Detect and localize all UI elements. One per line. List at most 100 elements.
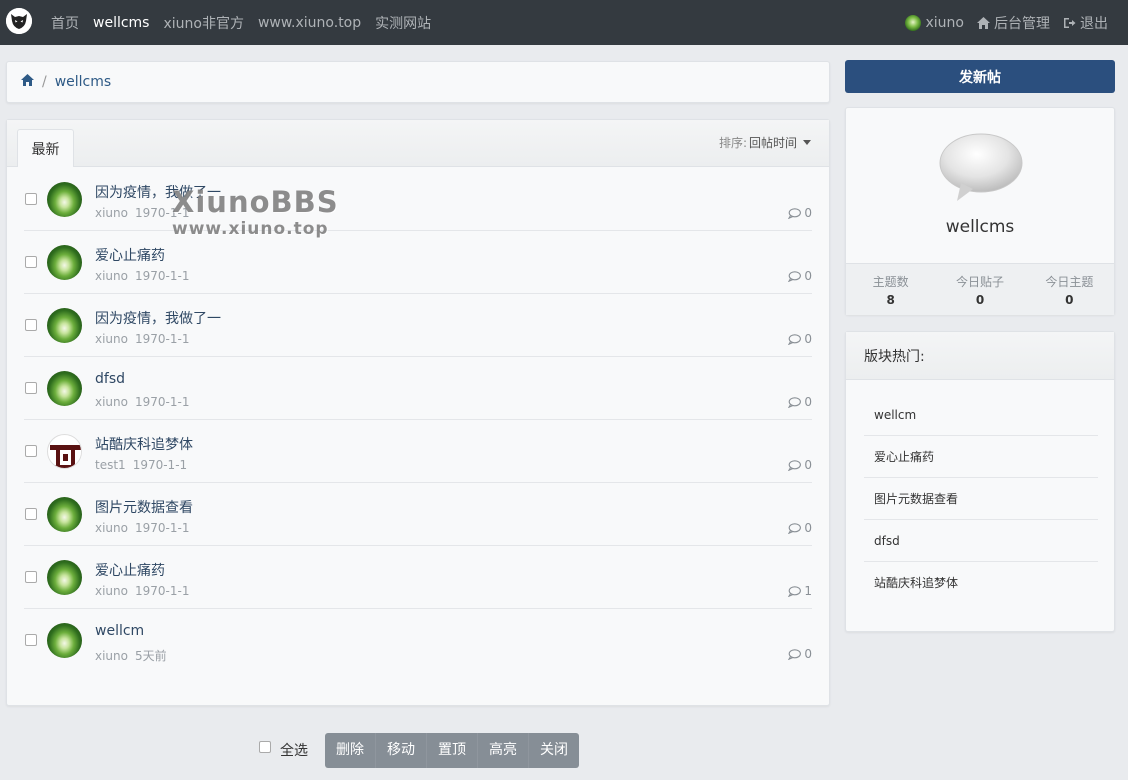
highlight-button[interactable]: 高亮 <box>478 733 529 768</box>
thread-title[interactable]: 爱心止痛药 <box>95 560 165 580</box>
reply-count: 0 <box>788 458 812 472</box>
thread-author[interactable]: xiuno <box>95 584 128 598</box>
thread-author[interactable]: xiuno <box>95 269 128 283</box>
stat-value: 0 <box>1065 293 1074 307</box>
thread-checkbox[interactable] <box>25 256 37 268</box>
new-thread-button[interactable]: 发新帖 <box>845 60 1115 93</box>
site-logo-icon[interactable] <box>6 8 32 34</box>
avatar[interactable] <box>47 182 82 217</box>
nav-wellcms[interactable]: wellcms <box>93 15 149 31</box>
nav-xiuno-unofficial[interactable]: xiuno非官方 <box>163 13 244 33</box>
comment-icon <box>788 270 804 282</box>
hot-thread-item[interactable]: wellcm <box>864 394 1098 436</box>
avatar[interactable] <box>47 623 82 658</box>
hot-thread-item[interactable]: 爱心止痛药 <box>864 436 1098 478</box>
reply-count: 1 <box>788 584 812 598</box>
avatar[interactable] <box>47 245 82 280</box>
thread-row: 爱心止痛药 xiuno 1970-1-1 1 <box>24 546 812 609</box>
avatar[interactable] <box>47 497 82 532</box>
avatar[interactable] <box>47 371 82 406</box>
comment-icon <box>788 648 804 660</box>
nav-home[interactable]: 首页 <box>51 13 79 33</box>
caret-down-icon <box>803 140 811 145</box>
thread-checkbox[interactable] <box>25 319 37 331</box>
thread-title[interactable]: 因为疫情，我做了一 <box>95 182 221 202</box>
reply-count-value: 0 <box>804 269 812 283</box>
select-all-checkbox[interactable] <box>259 741 271 753</box>
reply-count-value: 0 <box>804 332 812 346</box>
thread-checkbox[interactable] <box>25 508 37 520</box>
username: xiuno <box>925 14 965 31</box>
thread-author[interactable]: xiuno <box>95 332 128 346</box>
thread-title[interactable]: dfsd <box>95 371 125 387</box>
thread-title[interactable]: 因为疫情，我做了一 <box>95 308 221 328</box>
avatar[interactable] <box>47 560 82 595</box>
avatar[interactable] <box>47 308 82 343</box>
breadcrumb: / wellcms <box>6 61 830 103</box>
thread-list: 因为疫情，我做了一 xiuno 1970-1-1 0 爱心止痛药 xiuno 1970-1-… <box>7 168 829 672</box>
reply-count-value: 0 <box>804 206 812 220</box>
select-all-label: 全选 <box>280 743 308 759</box>
reply-count: 0 <box>788 647 812 661</box>
thread-author[interactable]: xiuno <box>95 649 128 663</box>
hot-thread-item[interactable]: 图片元数据查看 <box>864 478 1098 520</box>
top-navbar: 首页 wellcms xiuno非官方 www.xiuno.top 实测网站 x… <box>0 0 1128 45</box>
thread-meta: test1 1970-1-1 <box>95 458 187 472</box>
reply-count: 0 <box>788 332 812 346</box>
thread-meta: xiuno 1970-1-1 <box>95 269 189 283</box>
main-nav: 首页 wellcms xiuno非官方 www.xiuno.top 实测网站 <box>51 0 445 45</box>
thread-checkbox[interactable] <box>25 382 37 394</box>
thread-checkbox[interactable] <box>25 634 37 646</box>
thread-date: 1970-1-1 <box>135 584 190 598</box>
reply-count-value: 1 <box>804 584 812 598</box>
comment-icon <box>788 459 804 471</box>
thread-title[interactable]: 站酷庆科追梦体 <box>95 434 193 454</box>
delete-button[interactable]: 删除 <box>325 733 376 768</box>
stat-label: 今日主题 <box>1045 275 1094 289</box>
admin-link[interactable]: 后台管理 <box>977 13 1050 33</box>
stat-label: 主题数 <box>872 275 909 289</box>
thread-date: 1970-1-1 <box>135 332 190 346</box>
breadcrumb-current[interactable]: wellcms <box>55 74 111 90</box>
thread-title[interactable]: 图片元数据查看 <box>95 497 193 517</box>
forum-icon <box>939 133 1023 207</box>
nav-xiuno-top[interactable]: www.xiuno.top <box>258 15 361 31</box>
reply-count: 0 <box>788 521 812 535</box>
tab-latest[interactable]: 最新 <box>17 129 74 167</box>
user-menu[interactable]: xiuno <box>904 14 965 31</box>
thread-author[interactable]: test1 <box>95 458 126 472</box>
reply-count-value: 0 <box>804 395 812 409</box>
home-icon[interactable] <box>21 74 34 90</box>
sort-dropdown[interactable]: 排序: 回帖时间 <box>719 134 811 151</box>
forum-info-card: wellcms 主题数 8 今日贴子 0 今日主题 0 <box>845 107 1115 315</box>
select-all[interactable]: 全选 <box>259 740 308 760</box>
thread-title[interactable]: wellcm <box>95 623 144 639</box>
sort-label: 排序: <box>718 136 747 150</box>
comment-icon <box>788 585 804 597</box>
hot-thread-item[interactable]: dfsd <box>864 520 1098 562</box>
nav-test-site[interactable]: 实测网站 <box>375 13 431 33</box>
hot-threads-title: 版块热门: <box>846 332 1114 380</box>
thread-author[interactable]: xiuno <box>95 521 128 535</box>
close-button[interactable]: 关闭 <box>529 733 579 768</box>
avatar[interactable] <box>47 434 82 469</box>
thread-author[interactable]: xiuno <box>95 395 128 409</box>
home-icon <box>977 16 990 29</box>
thread-checkbox[interactable] <box>25 445 37 457</box>
logout-link[interactable]: 退出 <box>1063 13 1108 33</box>
stat-value: 0 <box>975 293 985 307</box>
thread-row: 站酷庆科追梦体 test1 1970-1-1 0 <box>24 420 812 483</box>
thread-checkbox[interactable] <box>25 193 37 205</box>
thread-list-card: 最新 排序: 回帖时间 因为疫情，我做了一 xiuno 1970-1-1 0 爱心止痛药… <box>6 119 830 706</box>
sticky-button[interactable]: 置顶 <box>427 733 478 768</box>
thread-author[interactable]: xiuno <box>95 206 128 220</box>
thread-checkbox[interactable] <box>25 571 37 583</box>
thread-meta: xiuno 1970-1-1 <box>95 521 189 535</box>
stat-today-posts: 今日贴子 0 <box>935 264 1024 315</box>
move-button[interactable]: 移动 <box>376 733 427 768</box>
thread-list-header: 最新 排序: 回帖时间 <box>7 120 829 167</box>
sign-out-icon <box>1063 17 1076 29</box>
thread-date: 1970-1-1 <box>135 206 190 220</box>
thread-title[interactable]: 爱心止痛药 <box>95 245 165 265</box>
hot-thread-item[interactable]: 站酷庆科追梦体 <box>864 562 1098 604</box>
